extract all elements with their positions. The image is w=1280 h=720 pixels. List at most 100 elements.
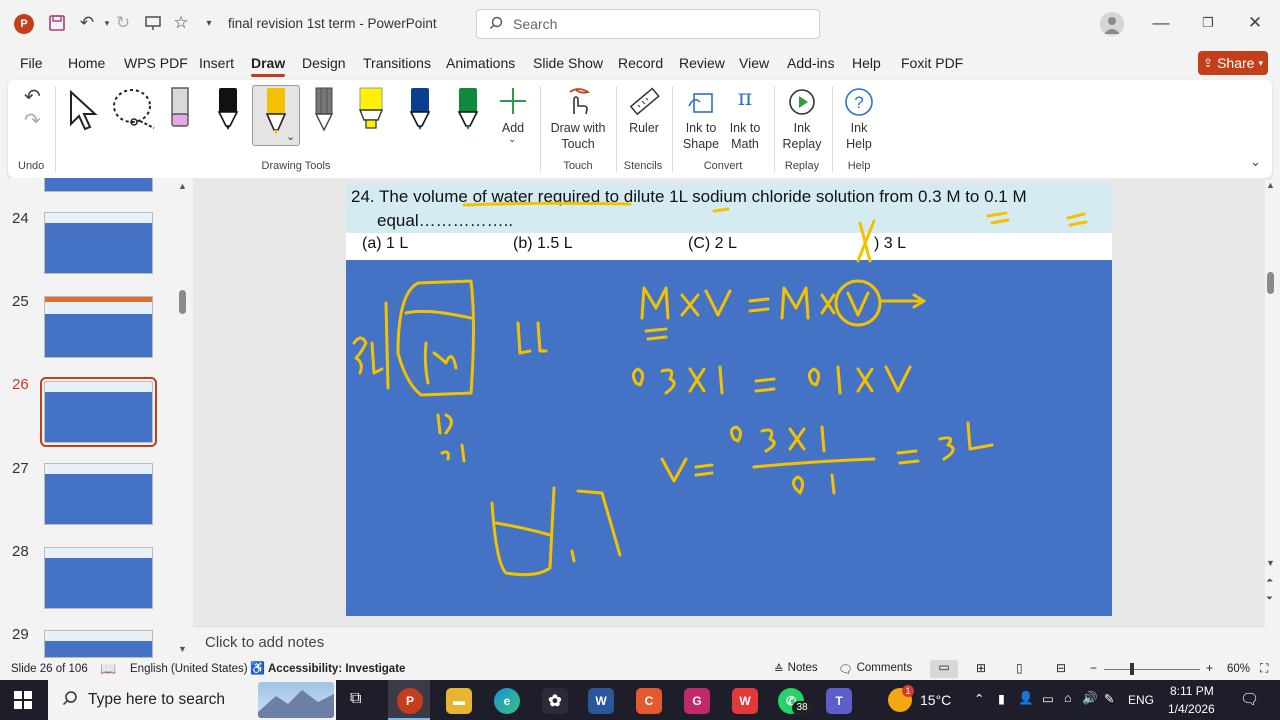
people-icon[interactable]: 👤	[1018, 691, 1034, 706]
clock-time[interactable]: 8:11 PM	[1170, 684, 1214, 698]
powerpoint-taskbar-icon[interactable]: P	[397, 688, 423, 714]
share-button[interactable]: ⇪ Share ▾	[1198, 51, 1268, 75]
comments-toggle[interactable]: 🗨 Comments	[838, 662, 912, 676]
highlighter-yellow-icon[interactable]	[356, 86, 386, 132]
slide-thumbnail[interactable]	[44, 212, 153, 274]
select-arrow-icon[interactable]	[66, 88, 100, 132]
tab-animations[interactable]: Animations	[446, 55, 515, 71]
accessibility-icon[interactable]: ♿	[250, 661, 265, 675]
ruler-icon[interactable]	[628, 86, 660, 118]
ink-to-math-label[interactable]: Ink to Math	[724, 120, 766, 152]
slide-thumbnail[interactable]	[44, 463, 153, 525]
ribbon-redo-icon[interactable]: ↷	[24, 108, 41, 133]
ink-help-label[interactable]: Ink Help	[838, 120, 880, 152]
teams-icon[interactable]: T	[826, 688, 852, 714]
tab-draw[interactable]: Draw	[251, 55, 286, 77]
weather-temperature[interactable]: 15°C	[920, 692, 951, 708]
zoom-slider-thumb[interactable]	[1130, 663, 1134, 675]
thumb-scroll-up-icon[interactable]: ▲	[178, 181, 187, 191]
collapse-ribbon-chevron-icon[interactable]: ⌄	[1250, 154, 1261, 170]
tab-file[interactable]: File	[20, 55, 43, 71]
tab-review[interactable]: Review	[679, 55, 725, 71]
tab-transitions[interactable]: Transitions	[363, 55, 431, 71]
tab-home[interactable]: Home	[68, 55, 105, 71]
tab-record[interactable]: Record	[618, 55, 663, 71]
save-icon[interactable]	[46, 12, 68, 34]
input-language[interactable]: ENG	[1128, 693, 1154, 707]
app-icon[interactable]: ✿	[542, 688, 568, 714]
slide-thumbnail[interactable]	[44, 547, 153, 609]
reading-view-icon[interactable]: ▯	[1016, 661, 1023, 675]
ink-help-icon[interactable]: ?	[843, 86, 875, 118]
notes-pane[interactable]: Click to add notes	[193, 626, 1265, 660]
clock-date[interactable]: 1/4/2026	[1168, 702, 1215, 716]
powerpoint-app-icon[interactable]: P	[14, 14, 34, 34]
network-icon[interactable]: ⌂	[1064, 691, 1072, 705]
language-status[interactable]: English (United States)	[130, 663, 248, 675]
draw-with-touch-label[interactable]: Draw with Touch	[548, 120, 608, 152]
ink-annotations[interactable]	[346, 183, 1112, 616]
windows-start-icon[interactable]	[14, 691, 32, 709]
tab-design[interactable]: Design	[302, 55, 346, 71]
pen-green-icon[interactable]	[454, 86, 482, 132]
notes-toggle[interactable]: ≙ Notes	[774, 662, 818, 676]
slide-thumbnail[interactable]	[44, 630, 153, 658]
tab-help[interactable]: Help	[852, 55, 881, 71]
thumb-scroll-down-icon[interactable]: ▼	[178, 644, 187, 654]
user-avatar[interactable]	[1100, 12, 1124, 36]
pen-black-icon[interactable]	[214, 86, 242, 132]
add-pen-chevron-icon[interactable]: ⌄	[508, 134, 516, 145]
usb-icon[interactable]: ▮	[998, 691, 1005, 706]
ink-to-shape-icon[interactable]	[686, 86, 718, 118]
redo-icon[interactable]: ↻	[112, 12, 134, 34]
slide-scrollbar-thumb[interactable]	[1267, 272, 1274, 294]
battery-icon[interactable]: ▭	[1042, 691, 1054, 706]
fit-to-window-icon[interactable]: ⛶	[1260, 661, 1268, 676]
edge-icon[interactable]: e	[494, 688, 520, 714]
wps-office-icon[interactable]: W	[732, 688, 758, 714]
tab-wps-pdf[interactable]: WPS PDF	[124, 55, 188, 71]
slide-scroll-up-icon[interactable]: ▲	[1266, 180, 1275, 190]
slide-thumbnail-selected[interactable]	[40, 377, 157, 447]
volume-icon[interactable]: 🔊	[1082, 691, 1098, 706]
minimize-icon[interactable]: —	[1150, 12, 1172, 34]
close-icon[interactable]: ✕	[1244, 12, 1266, 34]
pen-blue-icon[interactable]	[406, 86, 434, 132]
app-c-icon[interactable]: C	[636, 688, 662, 714]
customize-toolbar-icon[interactable]: ▾	[198, 12, 220, 34]
slide-thumbnail-23[interactable]	[44, 178, 153, 192]
star-icon[interactable]: ☆	[170, 12, 192, 34]
undo-icon[interactable]: ↶	[76, 12, 98, 34]
accessibility-status[interactable]: Accessibility: Investigate	[268, 663, 405, 675]
hidden-icons-chevron-icon[interactable]: ⌃	[974, 691, 984, 706]
tab-slide-show[interactable]: Slide Show	[533, 55, 603, 71]
tab-insert[interactable]: Insert	[199, 55, 234, 71]
ribbon-undo-icon[interactable]: ↶	[24, 84, 41, 109]
pen-options-chevron-icon[interactable]: ⌄	[286, 130, 295, 143]
slide-scroll-down-icon[interactable]: ▼	[1266, 558, 1275, 568]
ink-replay-icon[interactable]	[786, 86, 818, 118]
presentation-icon[interactable]	[142, 12, 164, 34]
draw-with-touch-icon[interactable]	[562, 86, 594, 118]
slide-thumbnail[interactable]	[44, 296, 153, 358]
ink-to-shape-label[interactable]: Ink to Shape	[680, 120, 722, 152]
word-icon[interactable]: W	[588, 688, 614, 714]
restore-icon[interactable]: ❐	[1197, 12, 1219, 34]
file-explorer-icon[interactable]: ▬	[446, 688, 472, 714]
task-view-icon[interactable]: ⧉	[350, 690, 361, 708]
previous-slide-icon[interactable]: ⏶	[1266, 575, 1273, 586]
add-pen-plus-icon[interactable]	[498, 86, 528, 116]
eraser-icon[interactable]	[166, 86, 194, 130]
thumb-scrollbar-thumb[interactable]	[179, 290, 186, 314]
zoom-level[interactable]: 60%	[1227, 663, 1250, 675]
notifications-icon[interactable]: 🗨	[1240, 690, 1259, 708]
zoom-in-icon[interactable]: +	[1206, 661, 1213, 675]
lasso-select-icon[interactable]	[110, 86, 160, 132]
normal-view-icon[interactable]: ▭	[930, 660, 958, 678]
search-input[interactable]: Search	[476, 9, 820, 39]
ink-to-math-icon[interactable]: π	[730, 86, 760, 118]
zoom-out-icon[interactable]: −	[1090, 661, 1097, 675]
pen-icon[interactable]: ✎	[1104, 691, 1114, 706]
tab-foxit-pdf[interactable]: Foxit PDF	[901, 55, 963, 71]
zoom-slider[interactable]	[1104, 669, 1200, 670]
